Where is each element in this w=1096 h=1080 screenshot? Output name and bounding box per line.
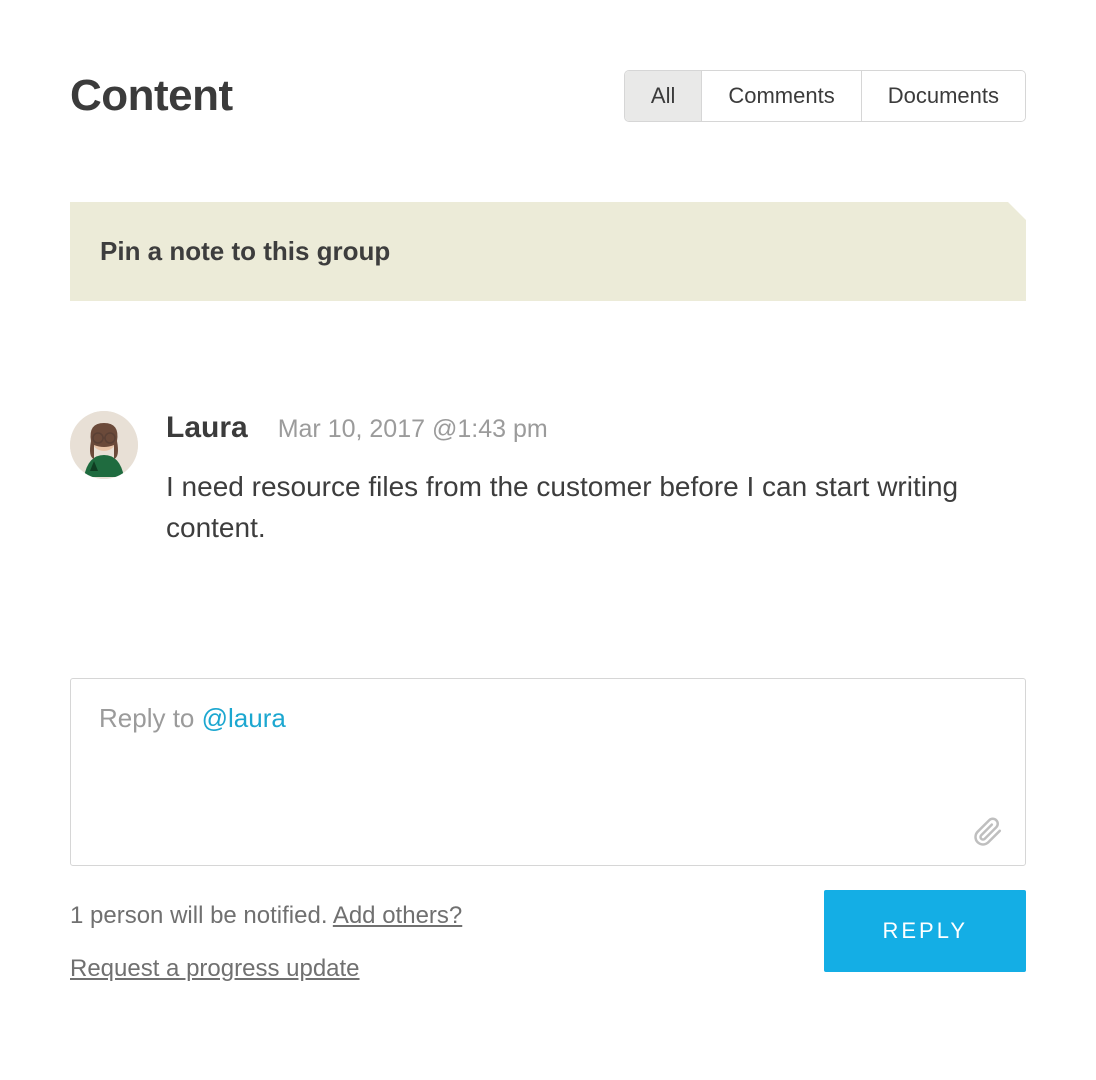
reply-placeholder-prefix: Reply to <box>99 703 202 733</box>
comment-meta: Laura Mar 10, 2017 @1:43 pm <box>166 411 1026 445</box>
filter-tabs: All Comments Documents <box>624 70 1026 122</box>
page-title: Content <box>70 71 233 121</box>
tab-comments[interactable]: Comments <box>702 71 861 121</box>
reply-button[interactable]: REPLY <box>824 890 1026 972</box>
pin-note-banner[interactable]: Pin a note to this group <box>70 202 1026 301</box>
comment-timestamp: Mar 10, 2017 @1:43 pm <box>278 415 548 444</box>
paperclip-icon[interactable] <box>973 817 1003 847</box>
request-update-link[interactable]: Request a progress update <box>70 943 462 996</box>
comment-body: Laura Mar 10, 2017 @1:43 pm I need resou… <box>166 411 1026 548</box>
reply-mention: @laura <box>202 703 286 733</box>
comment-author: Laura <box>166 411 248 445</box>
comment-item: Laura Mar 10, 2017 @1:43 pm I need resou… <box>70 411 1026 548</box>
notify-text: 1 person will be notified. <box>70 902 333 929</box>
add-others-link[interactable]: Add others? <box>333 902 462 929</box>
tab-all[interactable]: All <box>625 71 702 121</box>
comment-text: I need resource files from the customer … <box>166 467 1026 548</box>
tab-documents[interactable]: Documents <box>862 71 1025 121</box>
avatar <box>70 411 138 479</box>
reply-footer-left: 1 person will be notified. Add others? R… <box>70 890 462 996</box>
reply-placeholder: Reply to @laura <box>99 703 286 733</box>
reply-footer: 1 person will be notified. Add others? R… <box>70 890 1026 996</box>
reply-input[interactable]: Reply to @laura <box>70 678 1026 866</box>
header-row: Content All Comments Documents <box>70 70 1026 122</box>
pin-note-text: Pin a note to this group <box>100 236 390 266</box>
